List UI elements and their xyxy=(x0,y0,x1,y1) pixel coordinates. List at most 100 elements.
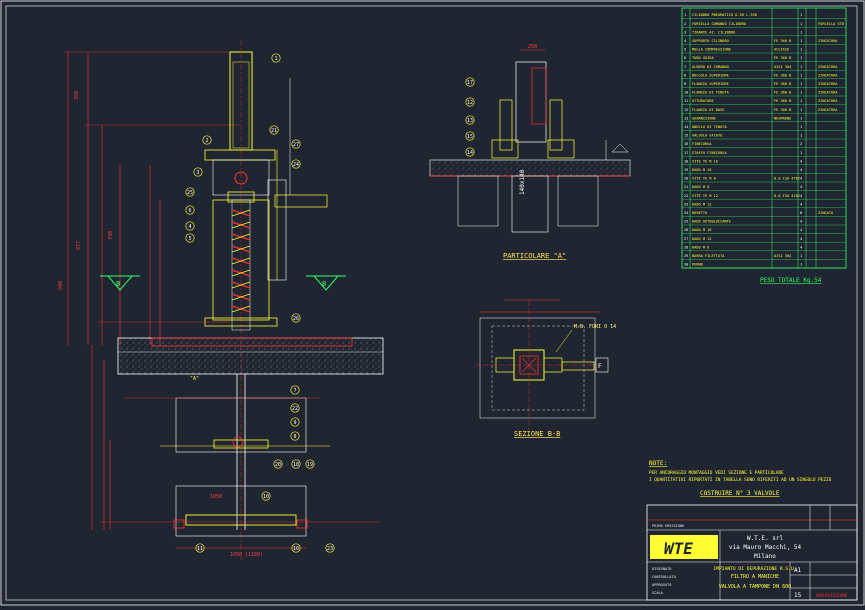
part-quantity: 1 xyxy=(800,91,802,95)
svg-text:CONTROLLATO: CONTROLLATO xyxy=(652,575,676,579)
balloon-label-14: 14 xyxy=(467,150,473,156)
balloon-label-4: 4 xyxy=(188,224,191,230)
part-number: 10 xyxy=(684,91,688,95)
svg-text:APPROVATO: APPROVATO xyxy=(652,583,671,587)
part-material: FE 360 B xyxy=(774,99,791,103)
balloon-label-1: 1 xyxy=(274,56,277,62)
balloon-label-13: 13 xyxy=(467,118,473,124)
bolt-holes-label: M.B. FORI 0 14 xyxy=(574,324,616,330)
part-quantity: 1 xyxy=(800,13,802,17)
part-description: CILINDRO PNEUMATICO D.50 L.350 xyxy=(692,13,757,17)
part-material: ACCIAIO xyxy=(774,48,789,52)
balloon-label-8: 8 xyxy=(293,434,296,440)
svg-text:PRIMA EMISSIONE: PRIMA EMISSIONE xyxy=(652,524,684,528)
construction-note: COSTRUIRE N° 3 VALVOLE xyxy=(700,490,780,497)
part-description: DADO M 8 xyxy=(692,245,709,249)
balloon-label-3: 3 xyxy=(196,170,199,176)
part-description: VITE TE M 12 xyxy=(692,194,718,198)
part-material: FE 360 B xyxy=(774,73,791,77)
part-number: 3 xyxy=(684,30,686,34)
part-number: 22 xyxy=(684,194,688,198)
svg-text:SCALA: SCALA xyxy=(652,591,664,595)
technical-drawing[interactable]: 1 CILINDRO PNEUMATICO D.50 L.350 12 FORCELL… xyxy=(0,0,865,606)
part-quantity: 4 xyxy=(800,220,802,224)
balloon-label-21: 21 xyxy=(271,128,277,134)
part-description: FLANGIA SUPERIORE xyxy=(692,82,729,86)
part-quantity: 1 xyxy=(800,108,802,112)
part-quantity: 4 xyxy=(800,228,802,232)
cad-drawing-canvas[interactable]: 1 CILINDRO PNEUMATICO D.50 L.350 1 2 FORCELL… xyxy=(0,0,865,606)
balloon-label-18: 18 xyxy=(293,462,299,468)
detail-a-title: PARTICOLARE "A" xyxy=(503,252,566,260)
part-quantity: 1 xyxy=(800,82,802,86)
part-description: DADO M 10 xyxy=(692,168,711,172)
part-quantity: 4 xyxy=(800,159,802,163)
title-block: WTE W.T.E. srl via Mauro Macchi, 54 Mila… xyxy=(646,504,858,601)
part-description: FORCELLA COMANDO CILINDRO xyxy=(692,22,746,26)
part-number: 25 xyxy=(684,220,688,224)
section-b-title: SEZIONE B-B xyxy=(514,430,560,438)
part-material: AISI 304 xyxy=(774,65,791,69)
notes-block: NOTE: PER ANCORAGGIO MONTAGGIO VEDI SEZI… xyxy=(649,460,832,497)
part-description: TUBO GUIDA xyxy=(692,56,714,60)
part-quantity: 1 xyxy=(800,39,802,43)
part-quantity: 4 xyxy=(800,185,802,189)
company-name: W.T.E. srl xyxy=(747,535,784,542)
note-line-2: I QUANTITATIVI RIPORTATI IN TABELLA SONO… xyxy=(649,477,832,483)
svg-text:WTE: WTE xyxy=(664,539,693,558)
part-note: ZINCATURA xyxy=(818,108,838,112)
part-number: 18 xyxy=(684,159,688,163)
detail-a-marker: "A" xyxy=(190,376,199,382)
sheet-format: A1 xyxy=(794,567,802,574)
part-material: 8.8 ISO 4762 xyxy=(774,194,800,198)
part-material: FE 360 B xyxy=(774,39,791,43)
part-description: GUARNIZIONE xyxy=(692,116,716,120)
section-b-view: F M.B. FORI 0 14 SEZIONE B-B xyxy=(475,299,616,438)
balloon-label-10: 10 xyxy=(263,494,269,500)
part-material: 8.8 ISO 4762 xyxy=(774,177,800,181)
part-quantity: 1 xyxy=(800,65,802,69)
balloon-label-9: 9 xyxy=(293,420,296,426)
filter-line: FILTRO A MANICHE xyxy=(731,574,779,580)
outer-frame xyxy=(0,0,865,606)
part-note: ZINCATURA xyxy=(818,39,838,43)
part-description: BARRA FILETTATA xyxy=(692,254,725,258)
part-description: STAFFA FINECORSA xyxy=(692,151,727,155)
part-material: AISI 304 xyxy=(774,254,791,258)
part-number: 20 xyxy=(684,177,688,181)
part-note: ZINCATA xyxy=(818,211,834,215)
part-quantity: 8 xyxy=(800,211,802,215)
balloon-label-19: 19 xyxy=(307,462,313,468)
part-quantity: 1 xyxy=(800,48,802,52)
svg-text:ARCHIVIAZIONE: ARCHIVIAZIONE xyxy=(816,593,848,598)
part-quantity: 1 xyxy=(800,254,802,258)
balloon-label-16: 16 xyxy=(293,546,299,552)
balloon-label-26: 26 xyxy=(293,316,299,322)
part-description: VALVOLA SFIATO xyxy=(692,134,722,138)
part-note: ZINCATURA xyxy=(818,82,838,86)
part-description: DADO M 12 xyxy=(692,237,711,241)
svg-text:B: B xyxy=(116,280,120,288)
parts-list-table: 1 CILINDRO PNEUMATICO D.50 L.350 12 FORCELL… xyxy=(681,7,847,284)
main-elevation-view: 350 877 940 790 1050 (1100) 1050 B B "A"… xyxy=(58,40,384,560)
part-material: FE 360 B xyxy=(774,91,791,95)
svg-text:F: F xyxy=(598,363,602,370)
part-description: DADO M 16 xyxy=(692,228,711,232)
svg-text:1050: 1050 xyxy=(210,494,222,500)
part-number: 9 xyxy=(684,82,686,86)
inner-frame xyxy=(5,5,858,601)
notes-header: NOTE: xyxy=(649,460,667,467)
balloon-label-23: 23 xyxy=(327,546,333,552)
part-note: FORCELLA STD xyxy=(818,22,844,26)
balloon-label-17: 17 xyxy=(467,80,473,86)
part-number: 6 xyxy=(684,56,686,60)
svg-text:B: B xyxy=(322,280,326,288)
part-description: VITE TE M 8 xyxy=(692,177,716,181)
part-quantity: 4 xyxy=(800,168,802,172)
svg-text:DISEGNATO: DISEGNATO xyxy=(652,567,671,571)
balloon-label-12: 12 xyxy=(467,100,473,106)
part-number: 21 xyxy=(684,185,688,189)
company-city: Milano xyxy=(754,553,776,560)
balloon-label-6: 6 xyxy=(188,208,191,214)
part-quantity: 1 xyxy=(800,99,802,103)
